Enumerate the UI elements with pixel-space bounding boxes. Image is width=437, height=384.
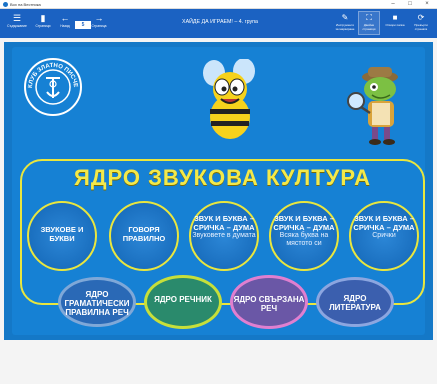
page-number-input[interactable]: 5 bbox=[75, 21, 91, 29]
forward-button[interactable]: → Страница bbox=[90, 12, 108, 29]
open-folder-button[interactable]: ■ Отвори папка bbox=[384, 12, 406, 27]
pen-icon: ✎ bbox=[341, 13, 349, 22]
book-page: КЛУБ ЗЛАТНО ПИСЧЕ ЯДРО ЗВУКОВА КУЛТУРА З… bbox=[4, 42, 433, 340]
frog-detective-illustration bbox=[347, 67, 398, 145]
refresh-icon: ⟳ bbox=[417, 13, 425, 22]
window-title: Box на Вестника bbox=[10, 2, 41, 7]
core-grammar-button[interactable]: ЯДРО ГРАМАТИЧЕСКИ ПРАВИЛНА РЕЧ bbox=[58, 277, 136, 327]
syllables-button[interactable]: ЗВУК И БУКВА – СРИЧКА – ДУМА Срички bbox=[349, 201, 419, 271]
speak-correctly-button[interactable]: ГОВОРЯ ПРАВИЛНО bbox=[109, 201, 179, 271]
core-literature-button[interactable]: ЯДРО ЛИТЕРАТУРА bbox=[316, 277, 394, 327]
logo-mark-icon: КЛУБ ЗЛАТНО ПИСЧЕ bbox=[28, 63, 78, 105]
page-icon: ▮ bbox=[40, 13, 46, 23]
arrow-right-icon: → bbox=[94, 13, 104, 23]
contents-button[interactable]: ☰ Съдържание bbox=[6, 12, 28, 29]
double-pages-button[interactable]: ⛶ Двойни страници bbox=[358, 11, 380, 35]
back-button[interactable]: ← Назад bbox=[56, 12, 74, 29]
sounds-and-letters-button[interactable]: ЗВУКОВЕ И БУКВИ bbox=[27, 201, 97, 271]
sounds-in-word-button[interactable]: ЗВУК И БУКВА – СРИЧКА – ДУМА Звуковете в… bbox=[189, 201, 259, 271]
club-logo: КЛУБ ЗЛАТНО ПИСЧЕ bbox=[24, 58, 82, 116]
window-titlebar: Box на Вестника – □ × bbox=[0, 0, 437, 9]
folder-icon: ■ bbox=[392, 13, 398, 22]
core-vocabulary-button[interactable]: ЯДРО РЕЧНИК bbox=[144, 275, 222, 329]
maximize-button[interactable]: □ bbox=[403, 0, 417, 9]
bee-illustration bbox=[203, 59, 255, 139]
markup-tools-button[interactable]: ✎ Инструменти за маркиране bbox=[334, 12, 356, 31]
minimize-button[interactable]: – bbox=[386, 0, 400, 9]
book-title: ХАЙДЕ ДА ИГРАЕМ! – 4. група bbox=[182, 19, 258, 25]
close-button[interactable]: × bbox=[420, 0, 434, 9]
toolbar: ☰ Съдържание ▮ Страници ← Назад 5 → Стра… bbox=[0, 9, 437, 38]
arrow-left-icon: ← bbox=[60, 13, 70, 23]
fullscreen-icon: ⛶ bbox=[366, 13, 372, 22]
core-connected-speech-button[interactable]: ЯДРО СВЪРЗАНА РЕЧ bbox=[230, 275, 308, 329]
letter-in-place-button[interactable]: ЗВУК И БУКВА – СРИЧКА – ДУМА Всяка буква… bbox=[269, 201, 339, 271]
pages-button[interactable]: ▮ Страници bbox=[32, 12, 54, 29]
rotate-button[interactable]: ⟳ Превърти страната bbox=[410, 12, 432, 31]
menu-icon: ☰ bbox=[12, 13, 22, 23]
core-title: ЯДРО ЗВУКОВА КУЛТУРА bbox=[74, 165, 371, 190]
app-icon bbox=[3, 2, 8, 7]
page-content: КЛУБ ЗЛАТНО ПИСЧЕ ЯДРО ЗВУКОВА КУЛТУРА З… bbox=[12, 47, 425, 335]
